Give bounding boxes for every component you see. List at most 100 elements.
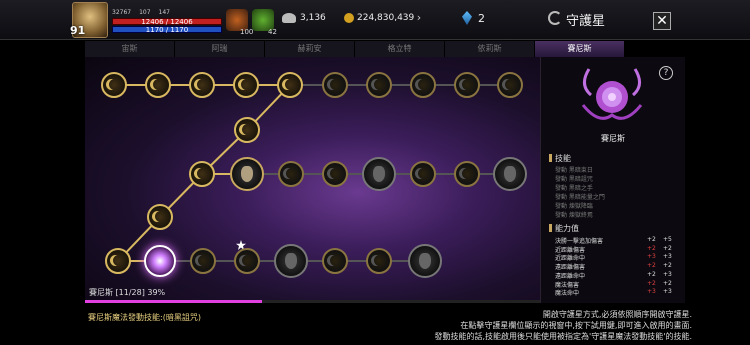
- god-name: 賽尼斯: [601, 134, 625, 143]
- stat-next: +3: [663, 288, 672, 296]
- star-node[interactable]: [190, 248, 216, 274]
- progress-label: 賽尼斯 [11/28] 39%: [89, 288, 166, 297]
- guardian-star-icon: [548, 11, 562, 25]
- stat-name: 魔法命中: [555, 290, 580, 298]
- moon-icon: [109, 79, 120, 90]
- moon-icon: [113, 255, 124, 266]
- skill-item: 發動 煉獄降臨: [555, 203, 593, 210]
- stat-next: +2: [663, 262, 672, 270]
- help-button[interactable]: ?: [659, 66, 673, 80]
- footer: 賽尼斯魔法發動技能:(暗黑詛咒) 開啟守護星方式,必須依照順序開啟守護星. 在點…: [0, 303, 750, 345]
- gold-value: 224,830,439: [357, 13, 415, 23]
- help-line: 開啟守護星方式,必須依照順序開啟守護星.: [542, 310, 692, 319]
- stat-row: 遠距離命中 +2 +3: [555, 271, 675, 280]
- wraith-icon: [373, 166, 385, 182]
- skill-node-dark-hand[interactable]: [362, 157, 396, 191]
- skill-item: 發動 黑暗之手: [555, 185, 593, 192]
- tab-zeus[interactable]: 宙斯: [85, 41, 175, 57]
- stat-current: +2: [647, 262, 656, 270]
- selected-star-node[interactable]: [144, 245, 176, 277]
- player-stats: 32767 107 147: [112, 9, 170, 16]
- skill-node-purgatory-end[interactable]: [408, 244, 442, 278]
- buff-count: 42: [268, 28, 277, 36]
- stat-b-value: 147: [158, 9, 170, 16]
- gem-value: 2: [478, 12, 485, 25]
- moon-icon: [242, 255, 253, 266]
- star-node[interactable]: [278, 161, 304, 187]
- skill-node-dark-gate[interactable]: [493, 157, 527, 191]
- player-level: 91: [70, 24, 86, 37]
- close-button[interactable]: ✕: [653, 12, 671, 30]
- moon-icon: [242, 124, 253, 135]
- star-node[interactable]: [234, 248, 260, 274]
- star-node[interactable]: [497, 72, 523, 98]
- stat-next: +2: [663, 244, 672, 252]
- moon-icon: [374, 255, 385, 266]
- stat-row: 魔法傷害 +2 +2: [555, 280, 675, 289]
- star-node[interactable]: [454, 72, 480, 98]
- star-node[interactable]: [233, 72, 259, 98]
- star-node[interactable]: [189, 72, 215, 98]
- constellation-board: 賽尼斯 [11/28] 39%: [85, 57, 540, 303]
- skill-item: 發動 黑暗詛咒: [555, 176, 593, 183]
- skill-item: 發動 黑暗束日: [555, 167, 593, 174]
- star-node[interactable]: [147, 204, 173, 230]
- stat-row: 魔法命中 +3 +3: [555, 288, 675, 297]
- star-node[interactable]: [145, 72, 171, 98]
- tab-helian[interactable]: 赫莉安: [265, 41, 355, 57]
- star-node[interactable]: [189, 161, 215, 187]
- skill-node-purgatory[interactable]: [274, 244, 308, 278]
- help-line: 發動技能的話,技能啟用後只能使用被指定為'守護星魔法發動技能'的技能.: [434, 332, 692, 341]
- stat-current: +2: [647, 279, 656, 287]
- star-node[interactable]: [322, 72, 348, 98]
- moon-icon: [155, 211, 166, 222]
- star-node[interactable]: [366, 248, 392, 274]
- moon-icon: [374, 79, 385, 90]
- stat-row: 近距離命中 +3 +3: [555, 253, 675, 262]
- skill-item: 發動 黑暗能量之門: [555, 194, 605, 201]
- wings-value: 3,136: [300, 13, 326, 23]
- star-node[interactable]: [277, 72, 303, 98]
- star-node[interactable]: [322, 248, 348, 274]
- stat-next: +5: [663, 236, 672, 243]
- eye-icon: [419, 253, 431, 269]
- moon-icon: [286, 168, 297, 179]
- stat-a-value: 107: [139, 9, 151, 16]
- moon-icon: [418, 79, 429, 90]
- star-node[interactable]: [366, 72, 392, 98]
- tab-seinis[interactable]: 賽尼斯: [535, 41, 625, 57]
- skills-title: 技能: [549, 153, 571, 164]
- gem-icon: [462, 11, 472, 25]
- help-text: 開啟守護星方式,必須依照順序開啟守護星. 在點擊守護星欄位顯示的視窗中,按下試用…: [435, 309, 692, 342]
- tab-ares[interactable]: 阿瑞: [175, 41, 265, 57]
- stat-current: +2: [647, 270, 656, 278]
- stat-row: 遠距離傷害 +2 +2: [555, 262, 675, 271]
- stats-title: 能力值: [549, 223, 579, 234]
- wraith-icon: [504, 166, 516, 182]
- skull-icon: [241, 166, 253, 182]
- star-node[interactable]: [105, 248, 131, 274]
- buff-count: 100: [240, 28, 254, 36]
- page-title: 守護星: [566, 14, 606, 29]
- moon-icon: [198, 255, 209, 266]
- star-node[interactable]: [410, 161, 436, 187]
- gold-coin-icon: [344, 13, 354, 23]
- moon-icon: [153, 79, 164, 90]
- star-node[interactable]: [454, 161, 480, 187]
- stat-row: 近距離傷害 +2 +2: [555, 245, 675, 254]
- moon-icon: [418, 168, 429, 179]
- stat-current: +2: [647, 236, 656, 243]
- tab-ilis[interactable]: 依莉斯: [445, 41, 535, 57]
- stat-current: +2: [647, 244, 656, 252]
- star-node[interactable]: [410, 72, 436, 98]
- help-line: 在點擊守護星欄位顯示的視窗中,按下試用鍵,即可進入啟用的畫面.: [460, 321, 692, 330]
- moon-icon: [197, 168, 208, 179]
- moon-icon: [197, 79, 208, 90]
- star-node[interactable]: [101, 72, 127, 98]
- skill-node-dark-sun[interactable]: [230, 157, 264, 191]
- tab-gerit[interactable]: 格立特: [355, 41, 445, 57]
- star-node[interactable]: [322, 161, 348, 187]
- chevron-right-icon[interactable]: ›: [412, 11, 426, 25]
- star-node[interactable]: [234, 117, 260, 143]
- stat-current: +3: [647, 253, 656, 261]
